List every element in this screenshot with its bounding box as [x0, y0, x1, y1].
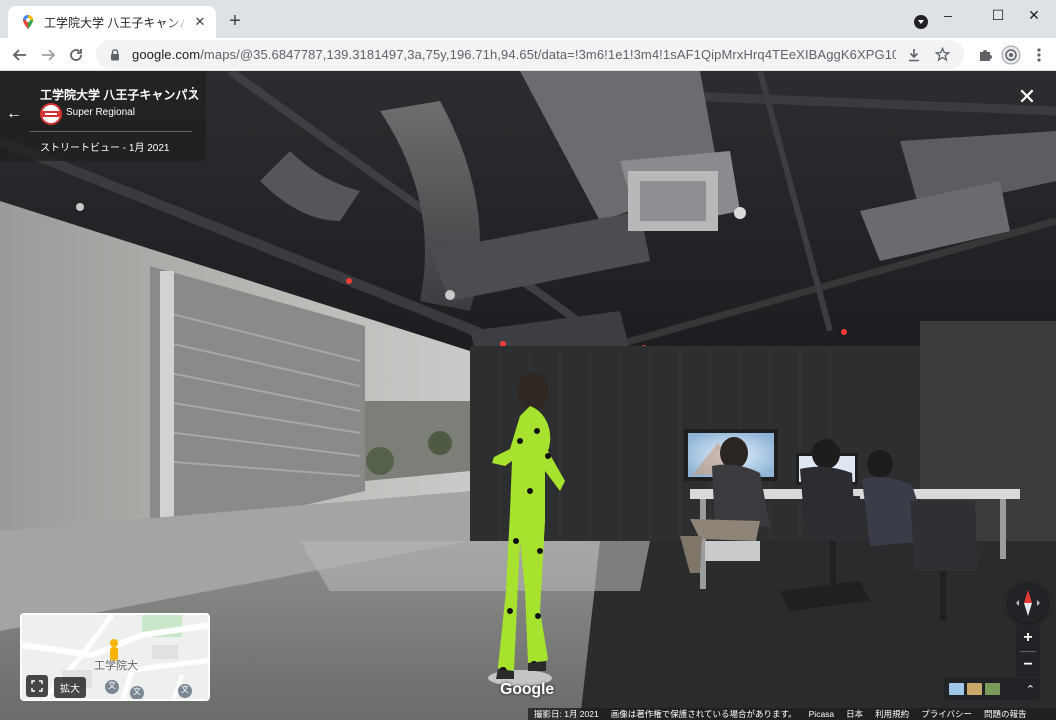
tab-close-button[interactable]: ✕ — [192, 14, 208, 30]
lock-icon[interactable] — [108, 48, 122, 62]
street-view-viewport[interactable]: ← 工学院大学 八王子キャンパス ⋮ Super Regional ストリートビ… — [0, 71, 1056, 720]
photo-thumbnail[interactable] — [967, 683, 982, 695]
expand-label[interactable]: 拡大 — [54, 677, 86, 698]
photo-strip[interactable]: ⌃ — [944, 678, 1040, 700]
minimize-button[interactable]: – — [926, 0, 970, 30]
url-text: google.com/maps/@35.6847787,139.3181497,… — [132, 47, 896, 62]
download-icon[interactable] — [904, 45, 924, 65]
panel-divider — [30, 131, 192, 132]
address-bar[interactable]: google.com/maps/@35.6847787,139.3181497,… — [96, 40, 964, 69]
forward-icon[interactable] — [34, 41, 62, 69]
compass-icon[interactable] — [1008, 583, 1048, 623]
footer-capture-date: 撮影日: 1月 2021 — [534, 709, 599, 719]
reload-icon[interactable] — [62, 41, 90, 69]
footer-report-link[interactable]: 問題の報告 — [978, 708, 1033, 720]
url-path: /maps/@35.6847787,139.3181497,3a,75y,196… — [200, 47, 896, 62]
tab-strip: 工学院大学 八王子キャンパス - Google マップ ✕ + – ☐ ✕ — [0, 0, 1056, 38]
url-host: google.com — [132, 47, 201, 62]
place-title[interactable]: 工学院大学 八王子キャンパス — [40, 86, 199, 103]
photo-thumbnail[interactable] — [949, 683, 964, 695]
footer-region[interactable]: 日本 — [840, 708, 869, 720]
star-icon[interactable] — [932, 45, 952, 65]
poi-school-icon: 文 — [133, 687, 141, 696]
footer-terms-link[interactable]: 利用規約 — [869, 708, 915, 720]
zoom-in-button[interactable]: + — [1016, 625, 1040, 651]
zoom-out-button[interactable]: − — [1016, 652, 1040, 678]
zoom-controls: + − — [1016, 625, 1040, 677]
poi-school-icon: 文 — [181, 685, 189, 694]
back-icon[interactable] — [6, 41, 34, 69]
browser-toolbar: google.com/maps/@35.6847787,139.3181497,… — [0, 38, 1056, 71]
back-arrow-icon[interactable]: ← — [6, 105, 22, 123]
poi-school-icon: 文 — [108, 681, 116, 690]
expand-icon[interactable] — [26, 675, 48, 697]
maps-pin-icon — [23, 15, 33, 29]
chevron-up-icon[interactable]: ⌃ — [1026, 683, 1035, 696]
active-tab[interactable]: 工学院大学 八王子キャンパス - Google マップ ✕ — [8, 6, 216, 38]
location-info-panel: ← 工学院大学 八王子キャンパス ⋮ Super Regional ストリートビ… — [0, 71, 206, 161]
google-logo: Google — [500, 681, 554, 698]
close-window-button[interactable]: ✕ — [1012, 0, 1056, 30]
new-tab-button[interactable]: + — [224, 11, 246, 33]
minimap[interactable]: 工学院大 文 文 文 拡大 — [20, 613, 210, 701]
close-street-view-button[interactable]: ✕ — [1016, 86, 1038, 109]
author-name[interactable]: Super Regional — [66, 107, 135, 118]
photo-thumbnail[interactable] — [985, 683, 1000, 695]
tab-title: 工学院大学 八王子キャンパス - Google マップ — [44, 15, 188, 30]
author-avatar[interactable] — [40, 103, 62, 125]
menu-icon[interactable] — [1028, 44, 1050, 66]
footer-picasa[interactable]: Picasa — [803, 709, 841, 719]
footer-privacy-link[interactable]: プライバシー — [915, 708, 978, 720]
map-place-label: 工学院大 — [94, 660, 138, 672]
extensions-icon[interactable] — [974, 44, 996, 66]
profile-icon[interactable] — [1000, 44, 1022, 66]
more-options-icon[interactable]: ⋮ — [186, 85, 200, 99]
footer-copyright: 画像は著作権で保護されている場合があります。 — [610, 709, 797, 719]
map-footer: 撮影日: 1月 2021 画像は著作権で保護されている場合があります。 Pica… — [528, 708, 1056, 720]
capture-date-label[interactable]: ストリートビュー - 1月 2021 — [40, 139, 169, 154]
